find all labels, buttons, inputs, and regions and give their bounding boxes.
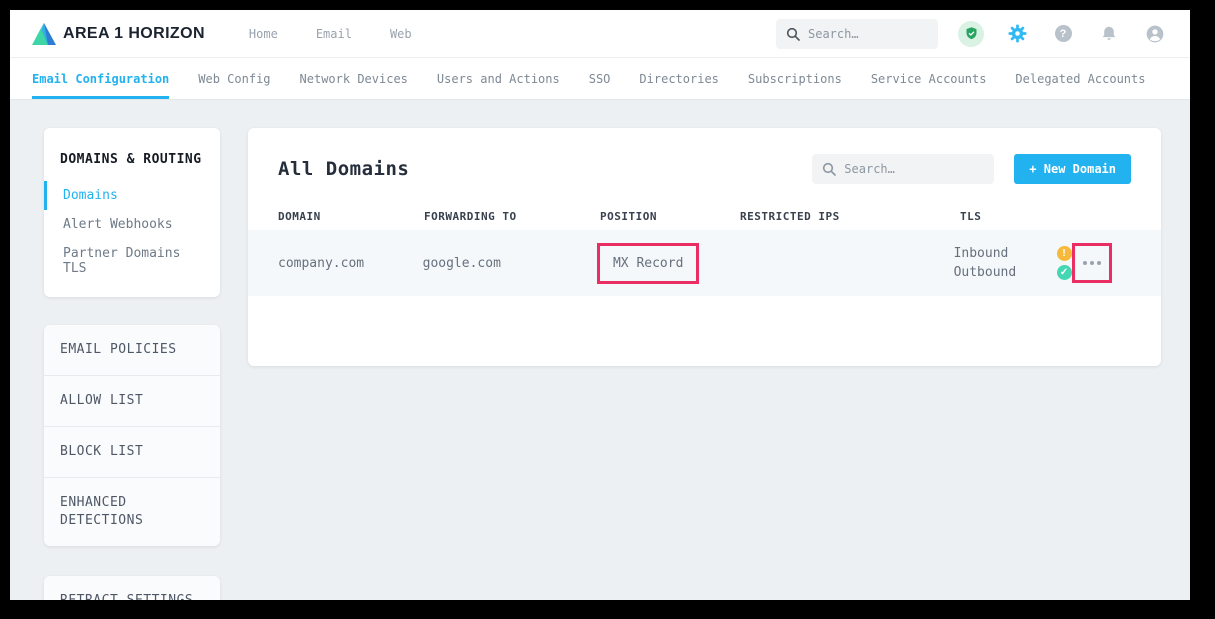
column-header-domain: DOMAIN (278, 210, 424, 223)
top-link-home[interactable]: Home (249, 27, 278, 41)
sidebar-item-allow-list[interactable]: ALLOW LIST (44, 376, 220, 427)
content-area: DOMAINS & ROUTING Domains Alert Webhooks… (10, 100, 1190, 600)
new-domain-button[interactable]: + New Domain (1014, 154, 1131, 184)
warning-icon: ! (1057, 246, 1072, 261)
shield-check-icon[interactable] (958, 21, 984, 47)
column-header-forwarding-to: FORWARDING TO (424, 210, 600, 223)
annotation-highlight-position: MX Record (597, 243, 699, 284)
column-header-tls: TLS (960, 210, 1071, 223)
tab-email-configuration[interactable]: Email Configuration (32, 58, 169, 99)
gear-icon[interactable] (1004, 21, 1030, 47)
sidebar-card-title: DOMAINS & ROUTING (44, 140, 220, 181)
table-row[interactable]: company.com google.com MX Record Inbound… (248, 230, 1161, 296)
position-value: MX Record (613, 256, 683, 271)
tab-web-config[interactable]: Web Config (198, 58, 270, 99)
domains-search-input[interactable] (844, 162, 974, 176)
tls-outbound: Outbound ✓ (954, 265, 1072, 280)
sidebar-card-retract: RETRACT SETTINGS (44, 576, 220, 600)
tls-inbound: Inbound ! (954, 246, 1072, 261)
sidebar-item-block-list[interactable]: BLOCK LIST (44, 427, 220, 478)
app-window: AREA 1 HORIZON Home Email Web (10, 10, 1190, 600)
row-more-button[interactable] (1075, 246, 1109, 280)
domains-table: DOMAIN FORWARDING TO POSITION RESTRICTED… (248, 202, 1161, 296)
tab-service-accounts[interactable]: Service Accounts (871, 58, 987, 99)
top-icon-buttons: ? (958, 21, 1168, 47)
brand-logo[interactable]: AREA 1 HORIZON (32, 23, 205, 45)
user-icon[interactable] (1142, 21, 1168, 47)
logo-text: AREA 1 HORIZON (63, 25, 205, 43)
domains-search[interactable] (812, 154, 994, 184)
sidebar-item-retract-settings[interactable]: RETRACT SETTINGS (44, 576, 220, 600)
tab-sso[interactable]: SSO (589, 58, 611, 99)
settings-tabbar: Email Configuration Web Config Network D… (10, 58, 1190, 100)
cell-position: MX Record (597, 243, 736, 284)
tab-directories[interactable]: Directories (639, 58, 718, 99)
sidebar-card-policies: EMAIL POLICIES ALLOW LIST BLOCK LIST ENH… (44, 325, 220, 546)
search-icon (786, 27, 800, 41)
all-domains-panel: All Domains + New Domain DOMAIN FORWARDI… (248, 128, 1161, 366)
table-header-row: DOMAIN FORWARDING TO POSITION RESTRICTED… (248, 202, 1161, 230)
column-header-position: POSITION (600, 210, 740, 223)
sidebar-item-email-policies[interactable]: EMAIL POLICIES (44, 325, 220, 376)
cell-actions (1072, 243, 1131, 283)
tab-delegated-accounts[interactable]: Delegated Accounts (1015, 58, 1145, 99)
logo-triangle-icon (32, 23, 56, 45)
sidebar-item-domains[interactable]: Domains (44, 181, 220, 210)
top-link-web[interactable]: Web (390, 27, 412, 41)
tab-users-and-actions[interactable]: Users and Actions (437, 58, 560, 99)
cell-forwarding-to: google.com (423, 256, 597, 271)
panel-header: All Domains + New Domain (248, 128, 1161, 202)
top-link-email[interactable]: Email (316, 27, 352, 41)
column-header-restricted-ips: RESTRICTED IPS (740, 210, 960, 223)
sidebar-item-alert-webhooks[interactable]: Alert Webhooks (44, 210, 220, 239)
global-search[interactable] (776, 19, 938, 49)
top-navbar: AREA 1 HORIZON Home Email Web (10, 10, 1190, 58)
help-icon[interactable]: ? (1050, 21, 1076, 47)
annotation-highlight-more (1072, 243, 1112, 283)
cell-domain: company.com (278, 256, 423, 271)
sidebar: DOMAINS & ROUTING Domains Alert Webhooks… (44, 128, 220, 600)
tab-subscriptions[interactable]: Subscriptions (748, 58, 842, 99)
tab-network-devices[interactable]: Network Devices (300, 58, 408, 99)
sidebar-card-domains-routing: DOMAINS & ROUTING Domains Alert Webhooks… (44, 128, 220, 297)
sidebar-item-enhanced-detections[interactable]: ENHANCED DETECTIONS (44, 478, 220, 546)
bell-icon[interactable] (1096, 21, 1122, 47)
cell-tls: Inbound ! Outbound ✓ (954, 246, 1072, 280)
sidebar-item-partner-domains-tls[interactable]: Partner Domains TLS (44, 239, 220, 283)
search-icon (822, 162, 836, 176)
check-icon: ✓ (1057, 265, 1072, 280)
page-title: All Domains (278, 158, 409, 180)
top-links: Home Email Web (249, 27, 412, 41)
global-search-input[interactable] (808, 27, 918, 41)
